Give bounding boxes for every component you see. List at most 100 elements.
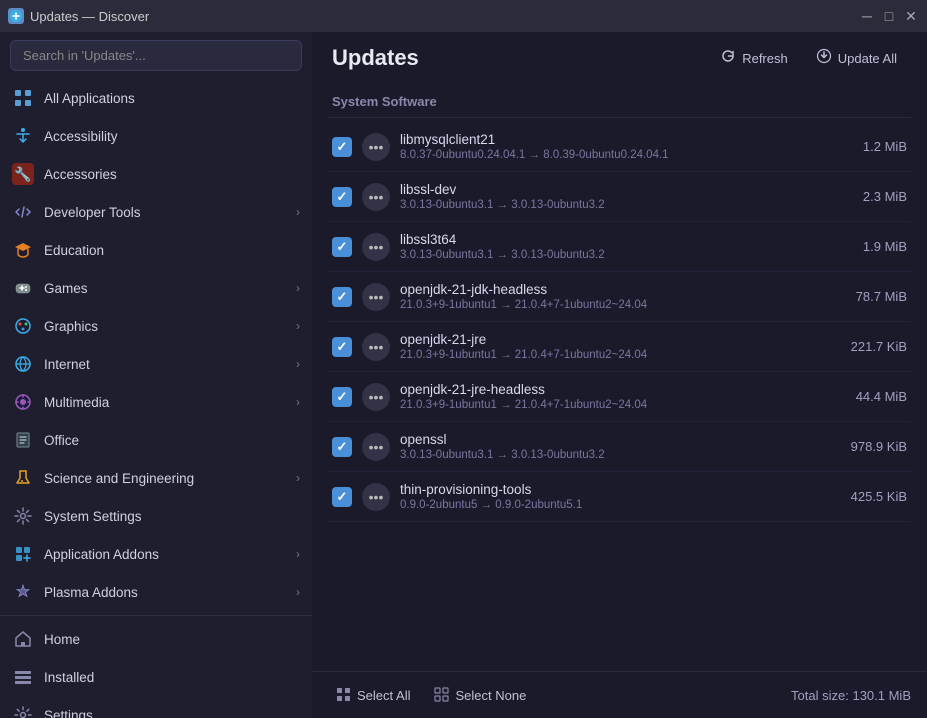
menu-btn-openjdk-jre[interactable]: ••• (362, 333, 390, 361)
menu-btn-libssl-dev[interactable]: ••• (362, 183, 390, 211)
sidebar-label-accessories: Accessories (44, 167, 300, 182)
sidebar-label-graphics: Graphics (44, 319, 296, 334)
sidebar-label-home: Home (44, 632, 300, 647)
update-name-libmysqlclient21: libmysqlclient21 (400, 132, 817, 147)
chevron-graphics: › (296, 319, 300, 333)
sidebar-item-application-addons[interactable]: Application Addons › (0, 535, 312, 573)
update-version-libmysqlclient21: 8.0.37-0ubuntu0.24.04.1 → 8.0.39-0ubuntu… (400, 149, 817, 161)
update-item-openjdk-jdk-headless: ••• openjdk-21-jdk-headless 21.0.3+9-1ub… (328, 272, 911, 322)
refresh-button[interactable]: Refresh (710, 42, 798, 74)
sidebar-item-multimedia[interactable]: Multimedia › (0, 383, 312, 421)
update-size-openssl: 978.9 KiB (827, 439, 907, 454)
update-all-button[interactable]: Update All (806, 42, 907, 74)
update-info-openssl: openssl 3.0.13-0ubuntu3.1 → 3.0.13-0ubun… (400, 432, 817, 461)
update-version-openssl: 3.0.13-0ubuntu3.1 → 3.0.13-0ubuntu3.2 (400, 449, 817, 461)
update-info-libssl3t64: libssl3t64 3.0.13-0ubuntu3.1 → 3.0.13-0u… (400, 232, 817, 261)
update-size-openjdk-jre-headless: 44.4 MiB (827, 389, 907, 404)
sidebar-item-internet[interactable]: Internet › (0, 345, 312, 383)
update-name-openjdk-jre-headless: openjdk-21-jre-headless (400, 382, 817, 397)
chevron-application-addons: › (296, 547, 300, 561)
settings-icon (12, 704, 34, 718)
update-item-libssl3t64: ••• libssl3t64 3.0.13-0ubuntu3.1 → 3.0.1… (328, 222, 911, 272)
sidebar-item-accessories[interactable]: 🔧 Accessories (0, 155, 312, 193)
sidebar-item-plasma-addons[interactable]: Plasma Addons › (0, 573, 312, 611)
update-size-openjdk-jre: 221.7 KiB (827, 339, 907, 354)
sidebar-item-developer-tools[interactable]: Developer Tools › (0, 193, 312, 231)
select-all-label: Select All (357, 688, 410, 703)
update-item-openssl: ••• openssl 3.0.13-0ubuntu3.1 → 3.0.13-0… (328, 422, 911, 472)
titlebar: Updates — Discover ─ □ ✕ (0, 0, 927, 32)
update-item-libssl-dev: ••• libssl-dev 3.0.13-0ubuntu3.1 → 3.0.1… (328, 172, 911, 222)
content-scroll[interactable]: System Software ••• libmysqlclient21 8.0… (312, 84, 927, 671)
sidebar-item-graphics[interactable]: Graphics › (0, 307, 312, 345)
footer-actions: Select All Select None (328, 682, 534, 708)
update-info-openjdk-jre-headless: openjdk-21-jre-headless 21.0.3+9-1ubuntu… (400, 382, 817, 411)
update-size-thin-provisioning: 425.5 KiB (827, 489, 907, 504)
menu-btn-libmysqlclient21[interactable]: ••• (362, 133, 390, 161)
multimedia-icon (12, 391, 34, 413)
menu-btn-openjdk-jdk-headless[interactable]: ••• (362, 283, 390, 311)
sidebar-label-games: Games (44, 281, 296, 296)
update-version-thin-provisioning: 0.9.0-2ubuntu5 → 0.9.0-2ubuntu5.1 (400, 499, 817, 511)
checkbox-libmysqlclient21[interactable] (332, 137, 352, 157)
sidebar-item-settings[interactable]: Settings (0, 696, 312, 718)
sidebar-item-installed[interactable]: Installed (0, 658, 312, 696)
menu-btn-libssl3t64[interactable]: ••• (362, 233, 390, 261)
graphics-icon (12, 315, 34, 337)
update-item-thin-provisioning: ••• thin-provisioning-tools 0.9.0-2ubunt… (328, 472, 911, 522)
select-none-button[interactable]: Select None (426, 682, 534, 708)
search-input[interactable] (10, 40, 302, 71)
checkbox-openjdk-jre-headless[interactable] (332, 387, 352, 407)
update-info-libssl-dev: libssl-dev 3.0.13-0ubuntu3.1 → 3.0.13-0u… (400, 182, 817, 211)
update-info-openjdk-jdk-headless: openjdk-21-jdk-headless 21.0.3+9-1ubuntu… (400, 282, 817, 311)
checkbox-openssl[interactable] (332, 437, 352, 457)
plasma-addons-icon (12, 581, 34, 603)
chevron-plasma-addons: › (296, 585, 300, 599)
update-version-libssl-dev: 3.0.13-0ubuntu3.1 → 3.0.13-0ubuntu3.2 (400, 199, 817, 211)
select-none-label: Select None (455, 688, 526, 703)
select-all-button[interactable]: Select All (328, 682, 418, 708)
titlebar-controls: ─ □ ✕ (859, 8, 919, 24)
sidebar-label-accessibility: Accessibility (44, 129, 300, 144)
office-icon (12, 429, 34, 451)
checkbox-openjdk-jdk-headless[interactable] (332, 287, 352, 307)
chevron-multimedia: › (296, 395, 300, 409)
update-name-openjdk-jdk-headless: openjdk-21-jdk-headless (400, 282, 817, 297)
sidebar-divider (0, 615, 312, 616)
sidebar-item-education[interactable]: Education (0, 231, 312, 269)
checkbox-openjdk-jre[interactable] (332, 337, 352, 357)
sidebar-item-all-applications[interactable]: All Applications (0, 79, 312, 117)
checkbox-libssl3t64[interactable] (332, 237, 352, 257)
section-header: System Software (328, 84, 911, 118)
games-icon (12, 277, 34, 299)
developer-tools-icon (12, 201, 34, 223)
close-button[interactable]: ✕ (903, 8, 919, 24)
application-addons-icon (12, 543, 34, 565)
sidebar-item-office[interactable]: Office (0, 421, 312, 459)
sidebar-label-developer-tools: Developer Tools (44, 205, 296, 220)
menu-btn-thin-provisioning[interactable]: ••• (362, 483, 390, 511)
sidebar-item-games[interactable]: Games › (0, 269, 312, 307)
page-title: Updates (332, 45, 419, 71)
science-icon (12, 467, 34, 489)
menu-btn-openssl[interactable]: ••• (362, 433, 390, 461)
menu-btn-openjdk-jre-headless[interactable]: ••• (362, 383, 390, 411)
total-size: Total size: 130.1 MiB (791, 688, 911, 703)
sidebar-label-education: Education (44, 243, 300, 258)
sidebar-nav: All Applications Accessibility 🔧 Accesso… (0, 79, 312, 718)
update-item-openjdk-jre: ••• openjdk-21-jre 21.0.3+9-1ubuntu1 → 2… (328, 322, 911, 372)
minimize-button[interactable]: ─ (859, 8, 875, 24)
update-name-openjdk-jre: openjdk-21-jre (400, 332, 817, 347)
sidebar-item-home[interactable]: Home (0, 620, 312, 658)
update-item-openjdk-jre-headless: ••• openjdk-21-jre-headless 21.0.3+9-1ub… (328, 372, 911, 422)
checkbox-libssl-dev[interactable] (332, 187, 352, 207)
sidebar-item-science[interactable]: Science and Engineering › (0, 459, 312, 497)
internet-icon (12, 353, 34, 375)
checkbox-thin-provisioning[interactable] (332, 487, 352, 507)
update-info-thin-provisioning: thin-provisioning-tools 0.9.0-2ubuntu5 →… (400, 482, 817, 511)
maximize-button[interactable]: □ (881, 8, 897, 24)
update-size-libmysqlclient21: 1.2 MiB (827, 139, 907, 154)
sidebar-item-system-settings[interactable]: System Settings (0, 497, 312, 535)
sidebar-item-accessibility[interactable]: Accessibility (0, 117, 312, 155)
sidebar-label-system-settings: System Settings (44, 509, 300, 524)
